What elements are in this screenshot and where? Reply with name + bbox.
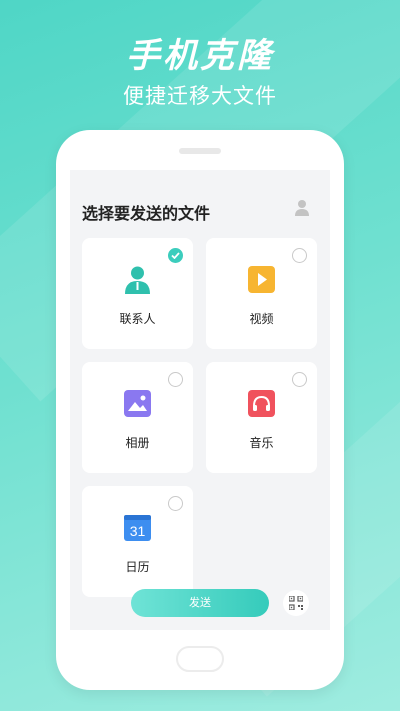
checkbox-icon[interactable] bbox=[292, 248, 307, 263]
video-icon bbox=[247, 265, 276, 294]
contacts-icon bbox=[123, 265, 152, 294]
music-icon bbox=[247, 389, 276, 418]
phone-speaker bbox=[179, 148, 221, 154]
category-card-album[interactable]: 相册 bbox=[82, 362, 193, 473]
category-card-music[interactable]: 音乐 bbox=[206, 362, 317, 473]
send-button[interactable]: 发送 bbox=[131, 589, 269, 617]
category-label: 联系人 bbox=[119, 312, 156, 326]
app-subtitle: 便捷迁移大文件 bbox=[123, 84, 277, 108]
app-title: 手机克隆 bbox=[126, 36, 274, 76]
checkbox-icon[interactable] bbox=[168, 372, 183, 387]
category-card-video[interactable]: 视频 bbox=[206, 238, 317, 349]
album-icon bbox=[123, 389, 152, 418]
phone-screen: 选择要发送的文件 联系人 视频 相册 音乐 31 日历 发送 bbox=[70, 170, 330, 630]
screen-title: 选择要发送的文件 bbox=[82, 204, 211, 223]
checkbox-icon[interactable] bbox=[292, 372, 307, 387]
category-label: 音乐 bbox=[249, 436, 274, 450]
home-button bbox=[176, 646, 224, 672]
checkbox-icon[interactable] bbox=[168, 496, 183, 511]
category-card-contacts[interactable]: 联系人 bbox=[82, 238, 193, 349]
svg-text:31: 31 bbox=[130, 523, 146, 539]
category-label: 日历 bbox=[125, 560, 150, 574]
category-label: 相册 bbox=[125, 436, 150, 450]
profile-icon[interactable] bbox=[294, 199, 310, 217]
checkbox-checked-icon[interactable] bbox=[168, 248, 183, 263]
qr-code-icon[interactable] bbox=[283, 590, 309, 616]
calendar-icon: 31 bbox=[123, 513, 152, 542]
category-label: 视频 bbox=[249, 312, 274, 326]
phone-frame: 选择要发送的文件 联系人 视频 相册 音乐 31 日历 发送 bbox=[56, 130, 344, 690]
category-card-calendar[interactable]: 31 日历 bbox=[82, 486, 193, 597]
